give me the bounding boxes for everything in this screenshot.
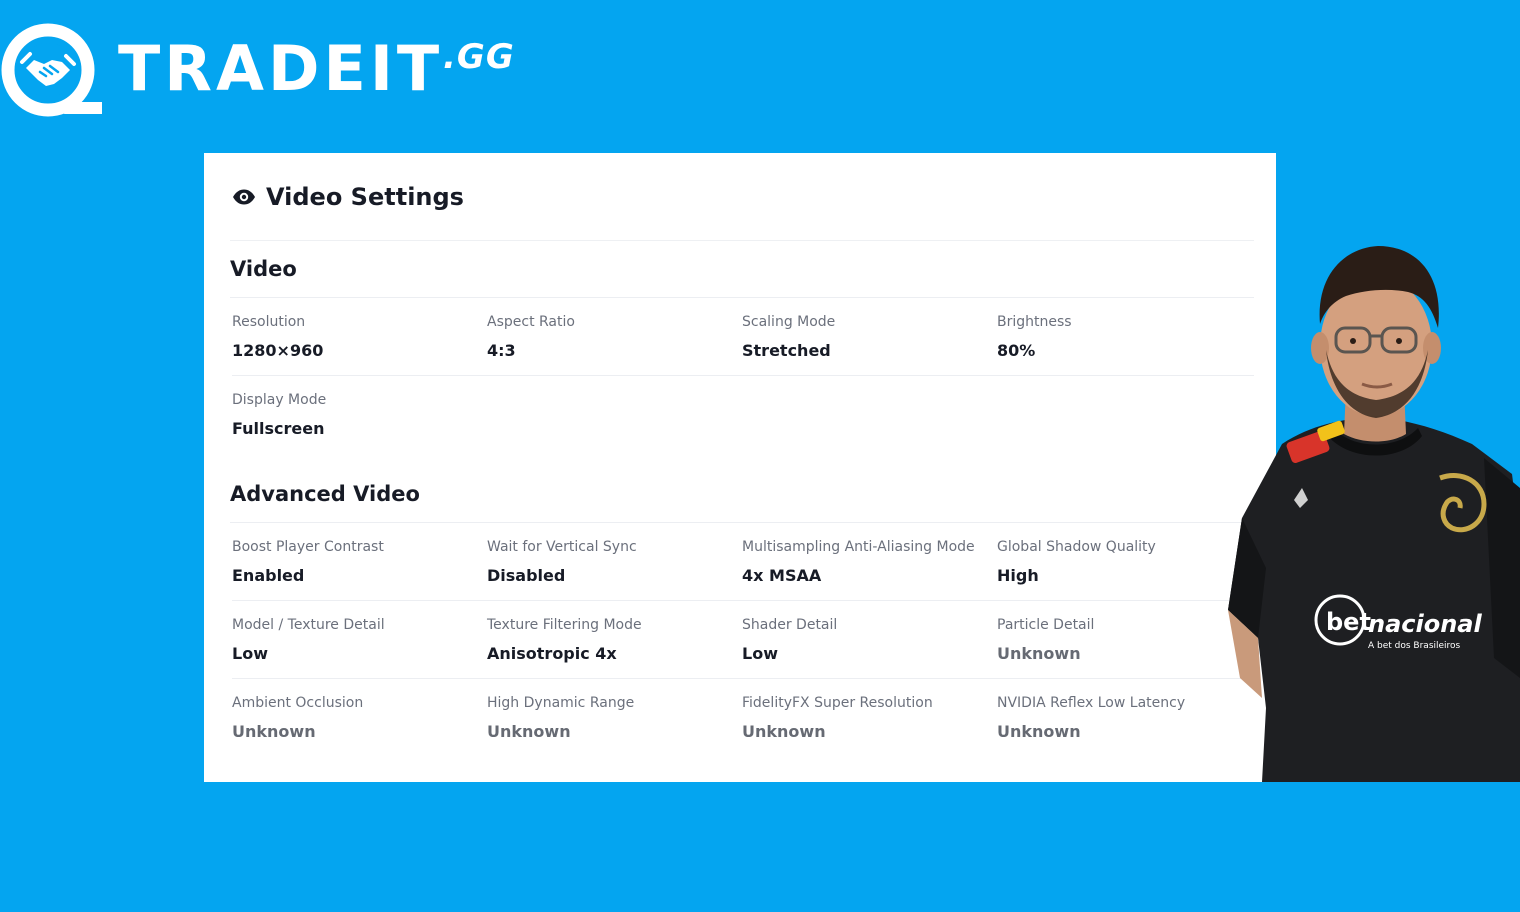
setting-label: FidelityFX Super Resolution [742,695,933,711]
setting-value: 4x MSAA [742,566,822,585]
brand-name: TRADEIT [118,32,444,105]
setting-value: Fullscreen [232,419,325,438]
setting-value: Low [742,644,778,663]
setting-value: Low [232,644,268,663]
setting-texture-filtering: Texture Filtering Mode Anisotropic 4x [487,601,742,678]
setting-ambient-occlusion: Ambient Occlusion Unknown [232,679,487,757]
setting-value: Stretched [742,341,831,360]
setting-value: 80% [997,341,1036,360]
setting-shadow-quality: Global Shadow Quality High [997,523,1254,600]
setting-label: Shader Detail [742,617,838,633]
setting-label: Model / Texture Detail [232,617,385,633]
setting-boost-player-contrast: Boost Player Contrast Enabled [232,523,487,600]
brand-logo[interactable]: TRADEIT .GG [0,18,520,122]
setting-value: Unknown [487,722,571,741]
setting-msaa-mode: Multisampling Anti-Aliasing Mode 4x MSAA [742,523,997,600]
setting-label: Display Mode [232,392,327,408]
setting-label: Particle Detail [997,617,1095,633]
setting-label: Global Shadow Quality [997,539,1156,555]
setting-nvidia-reflex: NVIDIA Reflex Low Latency Unknown [997,679,1254,757]
setting-vertical-sync: Wait for Vertical Sync Disabled [487,523,742,600]
settings-row: Boost Player Contrast Enabled Wait for V… [232,523,1254,601]
setting-shader-detail: Shader Detail Low [742,601,997,678]
setting-texture-detail: Model / Texture Detail Low [232,601,487,678]
eye-icon [233,189,255,205]
card-title: Video Settings [266,183,464,211]
brand-tld: .GG [443,37,515,77]
setting-label: High Dynamic Range [487,695,635,711]
player-image: bet nacional A bet dos Brasileiros [1228,246,1520,782]
setting-high-dynamic-range: High Dynamic Range Unknown [487,679,742,757]
setting-value: Unknown [742,722,826,741]
setting-aspect-ratio: Aspect Ratio 4:3 [487,298,742,375]
jersey-sponsor-tagline: A bet dos Brasileiros [1368,641,1461,651]
settings-row: Model / Texture Detail Low Texture Filte… [232,601,1254,679]
card-header: Video Settings [232,183,464,211]
video-settings-card: Video Settings Video Resolution 1280×960… [204,153,1276,782]
video-settings-grid: Resolution 1280×960 Aspect Ratio 4:3 Sca… [232,298,1254,454]
jersey-sponsor: bet [1326,608,1371,636]
setting-label: Aspect Ratio [487,314,575,330]
section-title-video: Video [230,257,297,281]
setting-value: 1280×960 [232,341,324,360]
settings-row: Resolution 1280×960 Aspect Ratio 4:3 Sca… [232,298,1254,376]
setting-value: Unknown [232,722,316,741]
title-divider [230,240,1254,241]
setting-value: Enabled [232,566,305,585]
setting-value: 4:3 [487,341,516,360]
setting-display-mode: Display Mode Fullscreen [232,376,487,454]
setting-label: Texture Filtering Mode [487,617,642,633]
setting-fsr: FidelityFX Super Resolution Unknown [742,679,997,757]
setting-label: Multisampling Anti-Aliasing Mode [742,539,975,555]
setting-label: Wait for Vertical Sync [487,539,637,555]
setting-brightness: Brightness 80% [997,298,1254,375]
setting-resolution: Resolution 1280×960 [232,298,487,375]
setting-particle-detail: Particle Detail Unknown [997,601,1254,678]
setting-value: High [997,566,1039,585]
setting-label: Brightness [997,314,1072,330]
settings-row: Display Mode Fullscreen [232,376,1254,454]
setting-value: Unknown [997,644,1081,663]
handshake-icon [1,23,102,117]
setting-scaling-mode: Scaling Mode Stretched [742,298,997,375]
jersey-sponsor-suffix: nacional [1368,610,1483,638]
setting-label: Scaling Mode [742,314,836,330]
setting-value: Disabled [487,566,566,585]
setting-label: Boost Player Contrast [232,539,384,555]
advanced-settings-grid: Boost Player Contrast Enabled Wait for V… [232,523,1254,757]
setting-label: Resolution [232,314,306,330]
setting-value: Anisotropic 4x [487,644,617,663]
setting-label: Ambient Occlusion [232,695,364,711]
setting-label: NVIDIA Reflex Low Latency [997,695,1186,711]
settings-row: Ambient Occlusion Unknown High Dynamic R… [232,679,1254,757]
section-title-advanced-video: Advanced Video [230,482,420,506]
setting-value: Unknown [997,722,1081,741]
